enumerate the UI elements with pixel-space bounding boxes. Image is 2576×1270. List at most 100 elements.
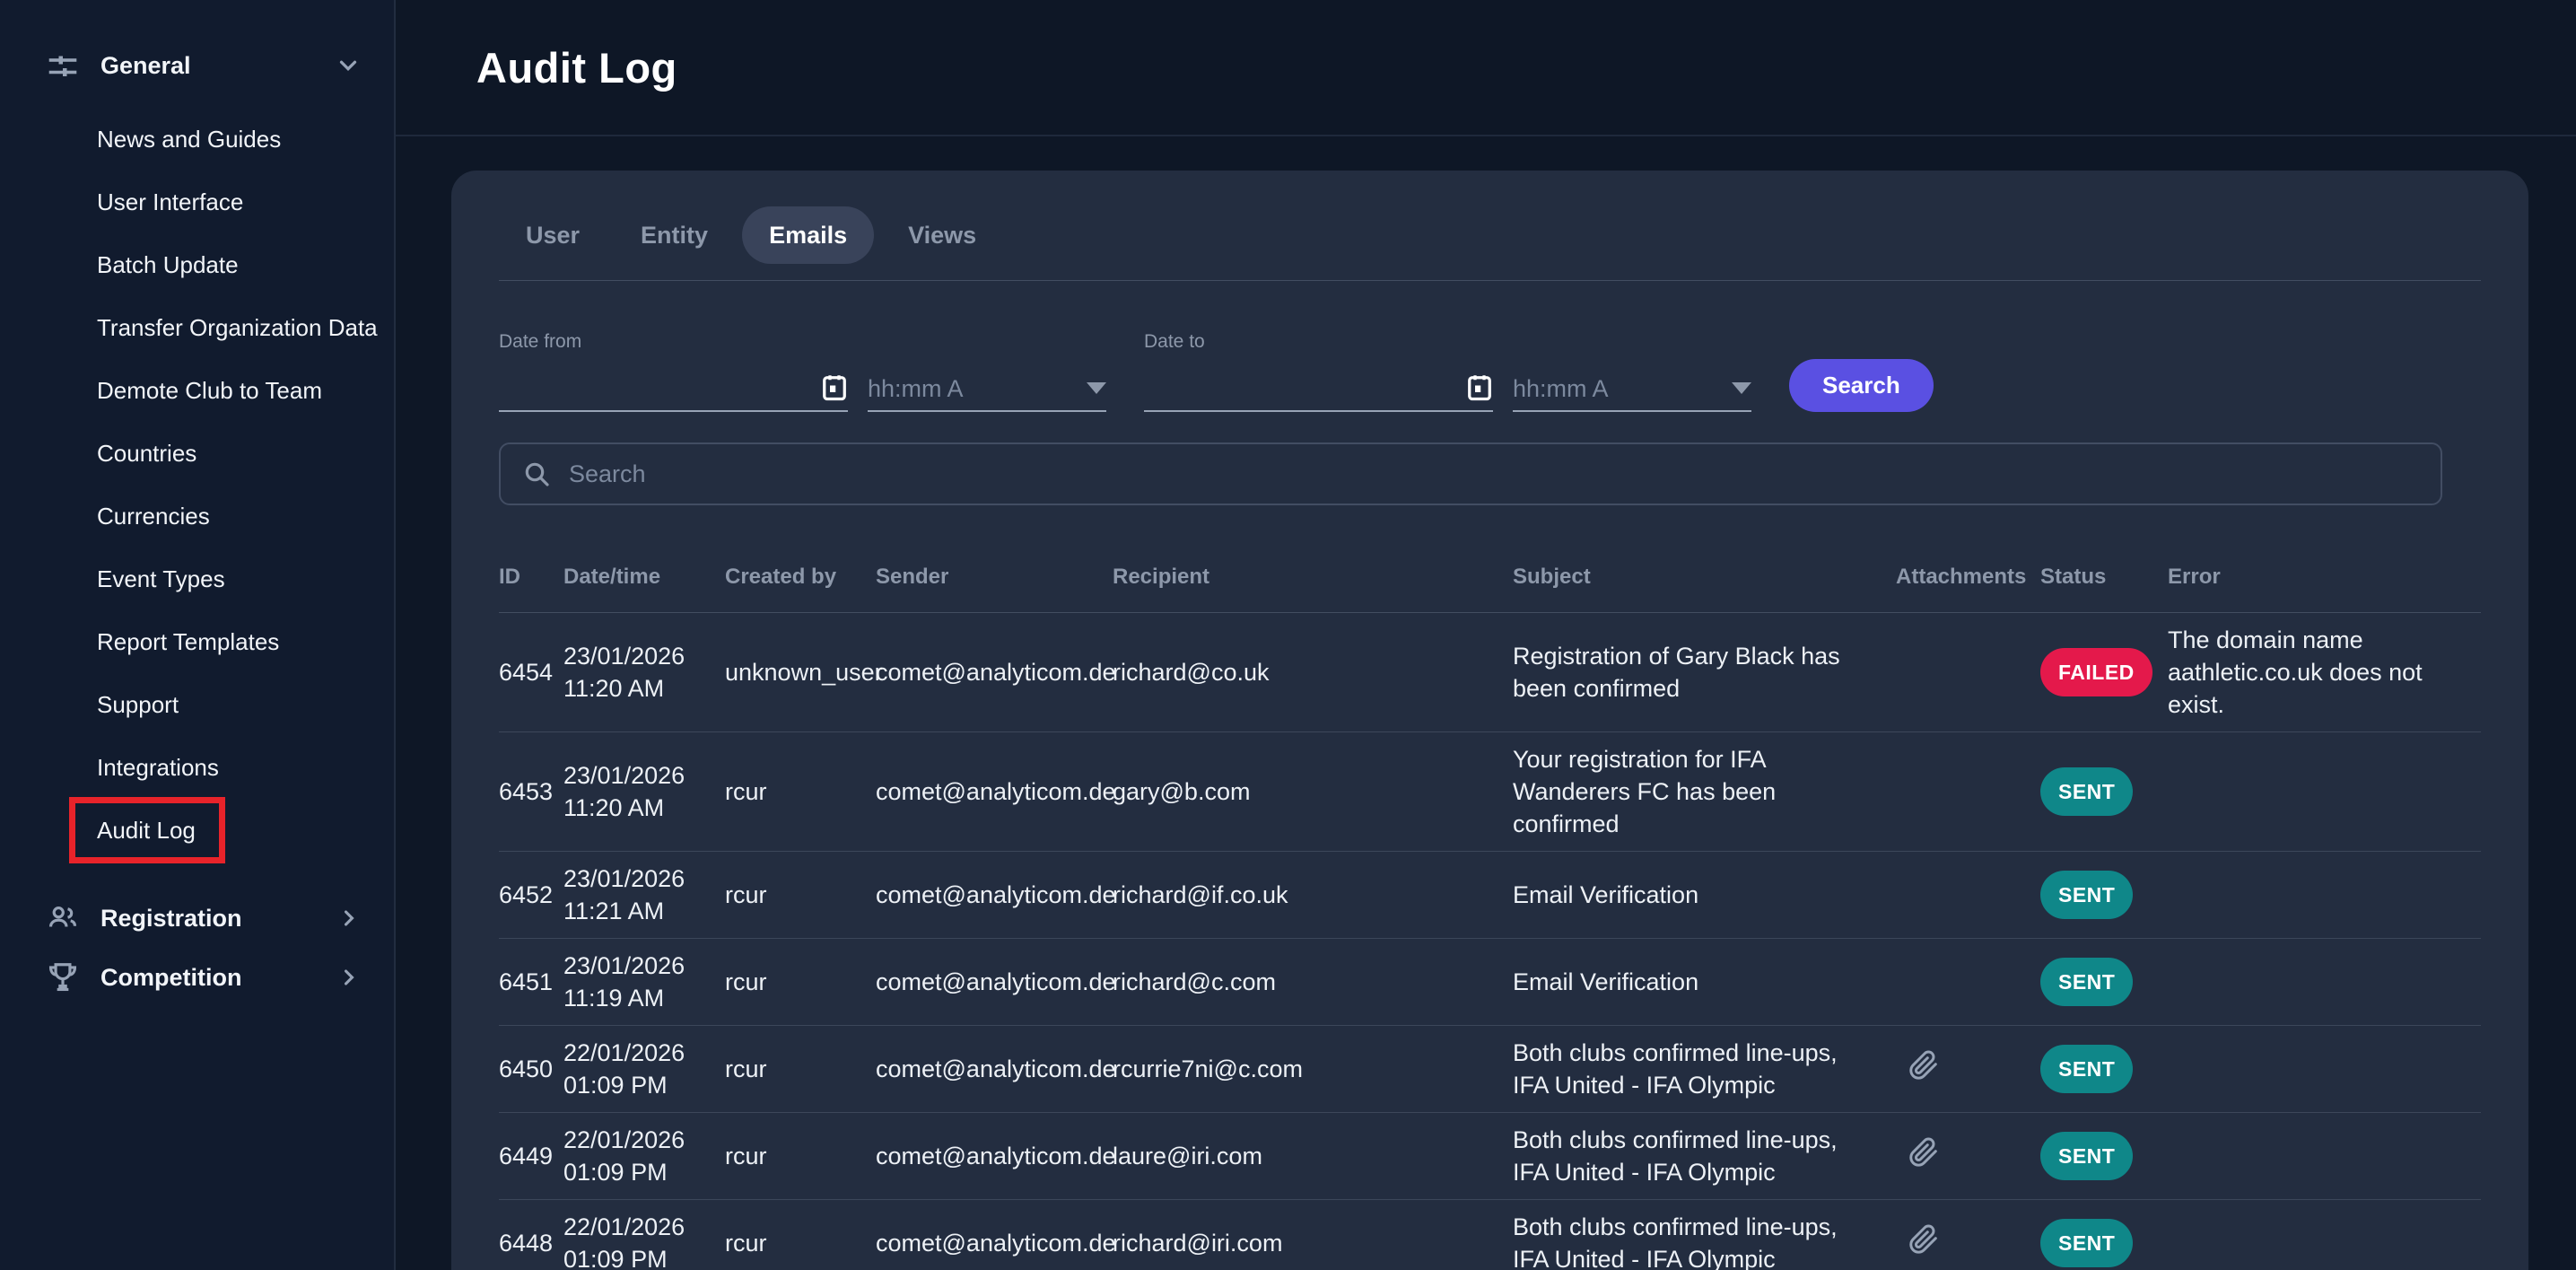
calendar-icon[interactable] (821, 372, 848, 403)
cell-subject: Email Verification (1513, 955, 1896, 1009)
cell-sender: comet@analyticom.de (876, 1042, 1113, 1096)
cell-datetime: 23/01/202611:19 AM (563, 939, 725, 1025)
search-bar (499, 442, 2442, 505)
sidebar-item-audit-log[interactable]: Audit Log (0, 799, 394, 862)
cell-date: 22/01/2026 (563, 1037, 707, 1069)
sidebar-item-demote-club-to-team[interactable]: Demote Club to Team (0, 359, 394, 422)
time-from-input[interactable] (868, 375, 1079, 403)
table-row[interactable]: 644922/01/202601:09 PMrcurcomet@analytic… (499, 1113, 2481, 1200)
dropdown-arrow-icon[interactable] (1732, 382, 1751, 394)
cell-error: The domain name aathletic.co.uk does not… (2168, 613, 2481, 731)
sidebar-section-competition[interactable]: Competition (0, 948, 394, 1007)
column-header-date-time: Date/time (563, 565, 725, 590)
page-header: Audit Log (396, 0, 2576, 136)
cell-attachments (1896, 661, 2040, 683)
cell-subject: Both clubs confirmed line-ups, IFA Unite… (1513, 1113, 1896, 1199)
cell-error (2168, 1058, 2481, 1080)
paperclip-icon (1908, 1050, 1939, 1081)
table-row[interactable]: 645423/01/202611:20 AMunknown_usercomet@… (499, 613, 2481, 732)
calendar-icon[interactable] (1466, 372, 1493, 403)
column-header-subject: Subject (1513, 565, 1896, 590)
paperclip-icon (1908, 1137, 1939, 1168)
date-from-field: Date from (499, 331, 848, 412)
cell-created-by: rcur (725, 765, 876, 819)
sidebar-item-countries[interactable]: Countries (0, 422, 394, 485)
time-from-field (868, 371, 1106, 412)
cell-error (2168, 884, 2481, 906)
chevron-right-icon (336, 906, 362, 931)
table-header-row: IDDate/timeCreated bySenderRecipientSubj… (499, 541, 2481, 613)
date-to-input[interactable] (1144, 375, 1459, 403)
cell-time: 11:19 AM (563, 982, 707, 1014)
cell-time: 11:21 AM (563, 895, 707, 927)
dropdown-arrow-icon[interactable] (1087, 382, 1106, 394)
cell-created-by: unknown_user (725, 645, 876, 699)
cell-id: 6454 (499, 645, 563, 699)
cell-error (2168, 1145, 2481, 1167)
column-header-recipient: Recipient (1113, 565, 1513, 590)
column-header-status: Status (2040, 565, 2168, 590)
cell-time: 01:09 PM (563, 1156, 707, 1188)
sidebar-section-label: General (100, 52, 335, 80)
sidebar-item-report-templates[interactable]: Report Templates (0, 610, 394, 673)
table-row[interactable]: 644822/01/202601:09 PMrcurcomet@analytic… (499, 1200, 2481, 1270)
sidebar-item-currencies[interactable]: Currencies (0, 485, 394, 547)
sidebar-section-registration[interactable]: Registration (0, 889, 394, 948)
table-row[interactable]: 645123/01/202611:19 AMrcurcomet@analytic… (499, 939, 2481, 1026)
cell-status: SENT (2040, 1208, 2168, 1270)
sidebar-item-label: Audit Log (97, 817, 196, 845)
cell-sender: comet@analyticom.de (876, 1216, 1113, 1270)
status-badge: SENT (2040, 1132, 2133, 1180)
tab-views[interactable]: Views (881, 206, 1003, 264)
column-header-sender: Sender (876, 565, 1113, 590)
sidebar-item-support[interactable]: Support (0, 673, 394, 736)
sidebar-section-general[interactable]: General (0, 36, 394, 95)
cell-sender: comet@analyticom.de (876, 765, 1113, 819)
cell-status: SENT (2040, 947, 2168, 1017)
cell-datetime: 22/01/202601:09 PM (563, 1200, 725, 1270)
cell-sender: comet@analyticom.de (876, 955, 1113, 1009)
sidebar-item-batch-update[interactable]: Batch Update (0, 233, 394, 296)
tab-entity[interactable]: Entity (614, 206, 735, 264)
cell-date: 22/01/2026 (563, 1211, 707, 1243)
cell-created-by: rcur (725, 955, 876, 1009)
table-row[interactable]: 645223/01/202611:21 AMrcurcomet@analytic… (499, 852, 2481, 939)
cell-status: SENT (2040, 1121, 2168, 1191)
tab-user[interactable]: User (499, 206, 607, 264)
status-badge: SENT (2040, 767, 2133, 816)
cell-subject: Email Verification (1513, 868, 1896, 922)
page-title: Audit Log (476, 43, 677, 92)
time-to-field (1513, 371, 1751, 412)
search-input[interactable] (569, 460, 2419, 488)
sidebar-item-label: Transfer Organization Data (97, 314, 378, 342)
table-row[interactable]: 645323/01/202611:20 AMrcurcomet@analytic… (499, 732, 2481, 852)
cell-status: FAILED (2040, 637, 2168, 707)
sidebar-item-label: Demote Club to Team (97, 377, 322, 405)
tab-emails[interactable]: Emails (742, 206, 874, 264)
cell-created-by: rcur (725, 868, 876, 922)
sidebar-item-user-interface[interactable]: User Interface (0, 171, 394, 233)
cell-date: 23/01/2026 (563, 759, 707, 792)
cell-attachments (1896, 1039, 2040, 1099)
cell-sender: comet@analyticom.de (876, 645, 1113, 699)
filter-row: Date from (499, 331, 2481, 412)
cell-status: SENT (2040, 1034, 2168, 1104)
search-button[interactable]: Search (1789, 359, 1934, 412)
sidebar-item-label: Support (97, 691, 179, 719)
cell-created-by: rcur (725, 1216, 876, 1270)
table-row[interactable]: 645022/01/202601:09 PMrcurcomet@analytic… (499, 1026, 2481, 1113)
sidebar-item-event-types[interactable]: Event Types (0, 547, 394, 610)
audit-log-panel: UserEntityEmailsViews Date from (451, 171, 2528, 1270)
cell-attachments (1896, 1213, 2040, 1270)
sidebar-item-news-and-guides[interactable]: News and Guides (0, 108, 394, 171)
time-to-input[interactable] (1513, 375, 1725, 403)
status-badge: SENT (2040, 1045, 2133, 1093)
cell-recipient: richard@c.com (1113, 955, 1513, 1009)
chevron-right-icon (336, 965, 362, 990)
date-from-input[interactable] (499, 375, 814, 403)
cell-subject: Registration of Gary Black has been conf… (1513, 629, 1896, 715)
tab-bar: UserEntityEmailsViews (499, 206, 2481, 264)
sidebar-item-transfer-organization-data[interactable]: Transfer Organization Data (0, 296, 394, 359)
sidebar-item-integrations[interactable]: Integrations (0, 736, 394, 799)
sidebar-item-label: Event Types (97, 565, 225, 593)
